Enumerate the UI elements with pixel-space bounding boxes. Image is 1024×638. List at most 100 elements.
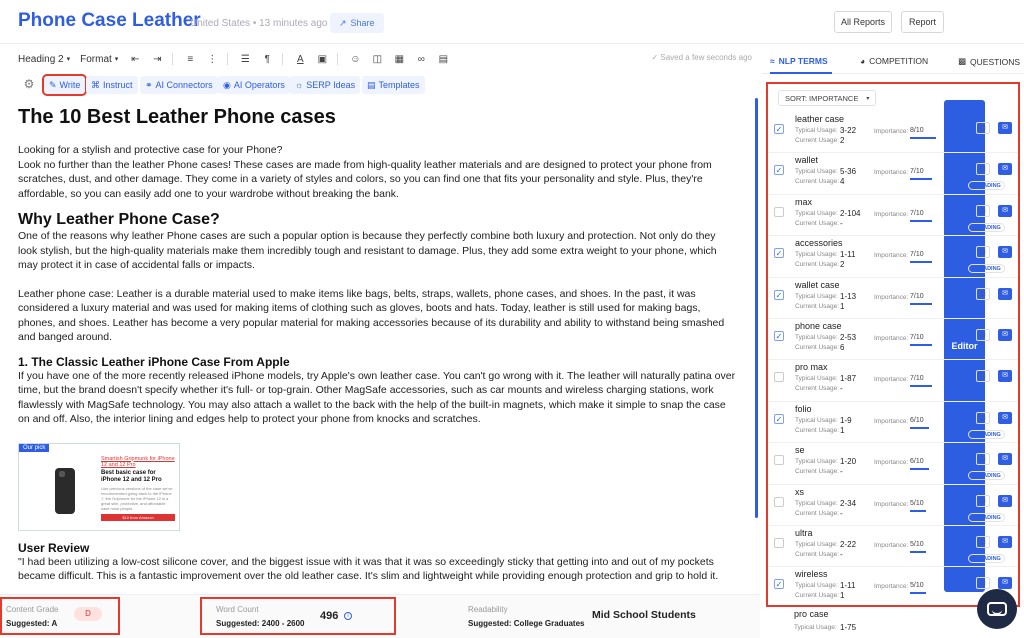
editor-scrollbar[interactable]	[755, 98, 758, 518]
importance-label: Importance:	[874, 335, 909, 342]
term-checkbox[interactable]	[774, 538, 784, 548]
insert-term-icon[interactable]: ✉	[998, 122, 1012, 134]
nlp-term-row[interactable]: ✓ leather case Typical Usage: 3-22 Current U…	[768, 114, 1018, 155]
embedded-product-image[interactable]: Our pick Smartish Gripmunk for iPhone 12…	[18, 442, 180, 531]
document-title[interactable]: Phone Case Leather	[18, 10, 201, 32]
format-select[interactable]: Format ▾	[80, 54, 118, 65]
nlp-term-row[interactable]: pro max Typical Usage: 1-87 Current Usage: -…	[768, 362, 1018, 403]
insert-term-icon[interactable]: ✉	[998, 329, 1012, 341]
tab-competition[interactable]: ◕ COMPETITION	[860, 56, 928, 66]
article-title[interactable]: The 10 Best Leather Phone cases	[18, 106, 736, 129]
nlp-term-row[interactable]: se Typical Usage: 1-20 Current Usage: - Impor…	[768, 445, 1018, 486]
term-checkbox[interactable]: ✓	[774, 248, 784, 259]
section-heading-apple[interactable]: 1. The Classic Leather iPhone Case From …	[18, 355, 736, 369]
term-checkbox[interactable]: ✓	[774, 289, 784, 300]
intro-question[interactable]: Looking for a stylish and protective cas…	[18, 143, 736, 158]
term-checkbox[interactable]: ✓	[774, 165, 784, 176]
insert-term-icon[interactable]: ✉	[998, 287, 1012, 300]
importance-value: 8/10	[910, 127, 924, 134]
intro-paragraph[interactable]: Look no further than the leather Phone c…	[18, 158, 736, 202]
video-icon[interactable]: ◫	[370, 53, 384, 65]
insert-term-icon[interactable]: ✉	[998, 494, 1012, 507]
term-checkbox[interactable]: ✓	[774, 579, 784, 590]
section-heading-why[interactable]: Why Leather Phone Case?	[18, 211, 736, 229]
copy-term-icon[interactable]: □	[976, 370, 990, 383]
sort-dropdown[interactable]: SORT: IMPORTANCE ▾	[778, 90, 877, 106]
report-button[interactable]: Report	[901, 11, 944, 33]
copy-term-icon[interactable]: □	[976, 246, 990, 259]
copy-term-icon[interactable]: □	[976, 494, 990, 507]
copy-term-icon[interactable]: □	[976, 577, 990, 590]
term-checkbox[interactable]	[774, 206, 784, 217]
insert-term-icon[interactable]: ✉	[998, 370, 1012, 383]
tab-questions[interactable]: ▩ QUESTIONS	[958, 56, 1020, 67]
nlp-term-row[interactable]: ultra Typical Usage: 2-22 Current Usage: - Im…	[768, 528, 1018, 569]
nlp-term-row[interactable]: xs Typical Usage: 2-34 Current Usage: - Impor…	[768, 487, 1018, 528]
highlight-color-icon[interactable]: ▣	[315, 53, 329, 65]
copy-term-icon[interactable]: □	[976, 204, 990, 217]
info-icon[interactable]: i	[344, 612, 352, 620]
ordered-list-icon[interactable]: ≡	[183, 53, 197, 65]
copy-term-icon[interactable]: □	[976, 536, 990, 548]
leather-paragraph[interactable]: Leather phone case: Leather is a durable…	[18, 287, 736, 345]
support-chat-button[interactable]	[977, 589, 1017, 629]
all-reports-button[interactable]: All Reports	[834, 11, 892, 33]
insert-term-icon[interactable]: ✉	[998, 536, 1012, 548]
templates-button[interactable]: ▤ Templates	[362, 76, 425, 94]
copy-term-icon[interactable]: □	[976, 453, 990, 466]
heading-select[interactable]: Heading 2 ▾	[18, 54, 70, 65]
ai-connectors-button[interactable]: ⚭ AI Connectors	[140, 76, 218, 94]
nlp-term-row[interactable]: max Typical Usage: 2-104 Current Usage: - Imp…	[768, 197, 1018, 238]
importance-bar	[910, 137, 936, 139]
bullet-list-icon[interactable]: ⋮	[205, 53, 219, 65]
nlp-term-row[interactable]: ✓ wallet Typical Usage: 5-36 Current Usage: 4…	[768, 155, 1018, 196]
current-usage-value: 2	[840, 260, 845, 270]
indent-decrease-icon[interactable]: ⇤	[128, 53, 142, 65]
review-paragraph[interactable]: "I had been utilizing a low-cost silicon…	[18, 555, 736, 584]
review-heading[interactable]: User Review	[18, 541, 736, 555]
importance-bar	[910, 178, 932, 181]
serp-ideas-button[interactable]: ☼ SERP Ideas	[290, 76, 361, 94]
term-checkbox[interactable]	[774, 455, 784, 466]
term-checkbox[interactable]	[774, 372, 784, 383]
gear-icon[interactable]: ⚙	[22, 77, 36, 91]
editor-content[interactable]: The 10 Best Leather Phone cases Looking …	[0, 100, 754, 592]
copy-term-icon[interactable]: □	[976, 122, 990, 134]
write-button[interactable]: ✎ Write	[41, 74, 88, 96]
link-icon[interactable]: ∞	[414, 53, 428, 65]
term-checkbox[interactable]: ✓	[774, 413, 784, 424]
insert-term-icon[interactable]: ✉	[998, 453, 1012, 466]
emoji-icon[interactable]: ☺	[348, 53, 362, 65]
tab-nlp-terms[interactable]: ≈ NLP TERMS	[770, 56, 832, 74]
indent-increase-icon[interactable]: ⇥	[150, 53, 164, 65]
nlp-term-row[interactable]: ✓ phone case Typical Usage: 2-53 Current Usa…	[768, 321, 1018, 362]
copy-term-icon[interactable]: □	[976, 287, 990, 300]
term-separator	[768, 276, 1018, 278]
importance-label: Importance:	[874, 542, 909, 549]
copy-term-icon[interactable]: □	[976, 329, 990, 341]
nlp-term-row[interactable]: ✓ accessories Typical Usage: 1-11 Current Us…	[768, 238, 1018, 279]
align-left-icon[interactable]: ☰	[238, 53, 252, 65]
copy-term-icon[interactable]: □	[976, 411, 990, 424]
paragraph-direction-icon[interactable]: ¶	[260, 53, 274, 65]
apple-paragraph[interactable]: If you have one of the more recently rel…	[18, 369, 736, 427]
nlp-term-row[interactable]: ✓ wallet case Typical Usage: 1-13 Current Us…	[768, 280, 1018, 321]
insert-term-icon[interactable]: ✉	[998, 411, 1012, 424]
insert-term-icon[interactable]: ✉	[998, 577, 1012, 590]
ai-operators-button[interactable]: ◉ AI Operators	[218, 76, 290, 94]
chevron-down-icon: ▾	[866, 95, 870, 102]
text-color-icon[interactable]: A	[293, 53, 307, 65]
insert-term-icon[interactable]: ✉	[998, 204, 1012, 217]
nlp-term-row[interactable]: ✓ folio Typical Usage: 1-9 Current Usage: 1 Im…	[768, 404, 1018, 445]
share-button[interactable]: ↗ Share	[330, 13, 384, 33]
image-icon[interactable]: ▤	[436, 53, 450, 65]
instruct-button[interactable]: ⌘ Instruct	[86, 76, 138, 94]
table-icon[interactable]: ▦	[392, 53, 406, 65]
term-checkbox[interactable]: ✓	[774, 124, 784, 134]
term-checkbox[interactable]	[774, 496, 784, 507]
insert-term-icon[interactable]: ✉	[998, 163, 1012, 176]
why-paragraph[interactable]: One of the reasons why leather Phone cas…	[18, 229, 736, 273]
term-checkbox[interactable]: ✓	[774, 331, 784, 341]
insert-term-icon[interactable]: ✉	[998, 246, 1012, 259]
copy-term-icon[interactable]: □	[976, 163, 990, 176]
